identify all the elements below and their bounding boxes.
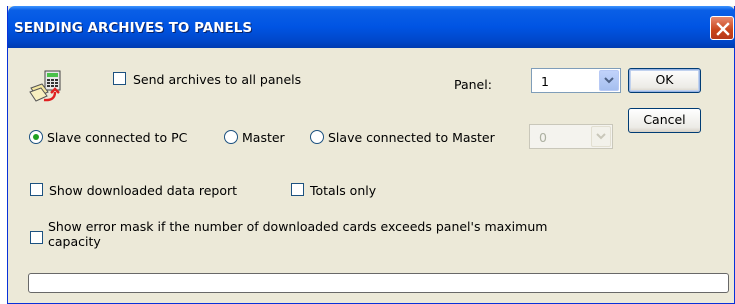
master-panel-select-value: 0 [539, 130, 547, 145]
panel-select-dropdown[interactable] [599, 70, 619, 91]
panel-select[interactable]: 1 [531, 68, 621, 93]
slave-master-label: Slave connected to Master [328, 130, 495, 145]
close-icon [716, 22, 730, 36]
send-all-checkbox[interactable] [113, 72, 126, 85]
totals-only-label: Totals only [310, 183, 377, 198]
master-panel-select[interactable]: 0 [529, 124, 613, 149]
panel-select-value: 1 [541, 74, 549, 89]
slave-master-radio[interactable] [310, 130, 324, 144]
master-radio[interactable] [224, 130, 238, 144]
error-mask-checkbox[interactable] [30, 231, 43, 244]
close-button[interactable] [710, 16, 734, 40]
error-mask-label-line1: Show error mask if the number of downloa… [48, 219, 548, 234]
progress-bar [28, 273, 729, 293]
slave-pc-label: Slave connected to PC [47, 130, 188, 145]
panel-label: Panel: [454, 77, 492, 92]
chevron-down-icon [604, 77, 614, 84]
totals-only-checkbox[interactable] [291, 183, 304, 196]
window-title: SENDING ARCHIVES TO PANELS [14, 20, 253, 36]
send-all-label: Send archives to all panels [133, 72, 302, 87]
slave-pc-radio[interactable] [29, 130, 43, 144]
dialog-window: SENDING ARCHIVES TO PANELS Send archives… [7, 6, 735, 304]
ok-button[interactable]: OK [628, 68, 701, 93]
show-report-checkbox[interactable] [30, 183, 43, 196]
show-report-label: Show downloaded data report [49, 183, 238, 198]
chevron-down-icon [596, 133, 606, 140]
error-mask-label-line2: capacity [48, 234, 101, 249]
panel-archive-icon [29, 70, 61, 102]
master-label: Master [242, 130, 285, 145]
cancel-button[interactable]: Cancel [628, 108, 701, 133]
master-panel-select-dropdown[interactable] [591, 126, 611, 147]
dialog-content: Send archives to all panels Panel: 1 OK … [8, 48, 735, 304]
radio-selected-dot [33, 134, 39, 140]
title-bar[interactable]: SENDING ARCHIVES TO PANELS [8, 6, 735, 48]
